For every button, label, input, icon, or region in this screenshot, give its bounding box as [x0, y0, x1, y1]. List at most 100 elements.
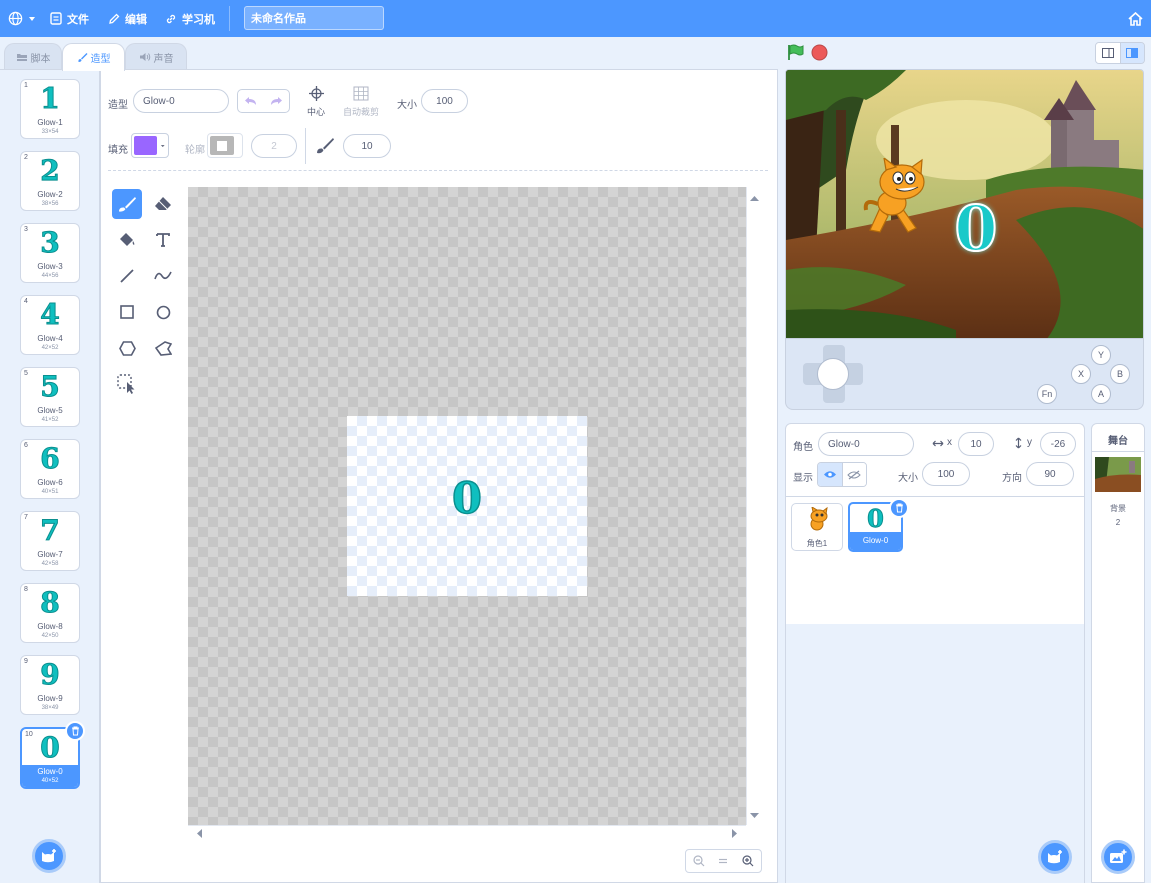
rectangle-tool[interactable]	[112, 297, 142, 327]
joystick-knob[interactable]	[817, 358, 849, 390]
scroll-left-icon[interactable]	[194, 826, 206, 841]
costume-item-9[interactable]: 9 9 Glow-9 38×49	[20, 655, 80, 715]
select-tool[interactable]	[112, 369, 142, 399]
gamepad-x-button[interactable]: X	[1071, 364, 1091, 384]
crosshair-icon	[308, 86, 324, 101]
horizontal-scrollbar[interactable]	[188, 825, 746, 840]
zoom-in-icon[interactable]	[742, 855, 754, 867]
delete-costume-button[interactable]	[65, 721, 85, 741]
learn-menu[interactable]: 学习机	[165, 0, 215, 37]
x-input[interactable]: 10	[958, 432, 994, 456]
costume-item-2[interactable]: 2 2 Glow-2 38×56	[20, 151, 80, 211]
costume-item-5[interactable]: 5 5 Glow-5 41×52	[20, 367, 80, 427]
tab-sounds-label: 声音	[153, 53, 174, 65]
costume-item-7[interactable]: 7 7 Glow-7 42×58	[20, 511, 80, 571]
center-button[interactable]: 中心	[304, 86, 328, 118]
tab-costumes[interactable]: 造型	[62, 43, 125, 71]
costume-size: 38×56	[41, 201, 59, 207]
trash-icon	[71, 726, 79, 736]
backdrop-thumbnail[interactable]	[1095, 457, 1141, 492]
y-input[interactable]: -26	[1040, 432, 1076, 456]
text-tool[interactable]	[148, 225, 178, 255]
brush-size-icon	[317, 138, 334, 154]
gamepad-fn-button[interactable]: Fn	[1037, 384, 1057, 404]
brush-size-input[interactable]: 10	[343, 134, 391, 158]
outline-color-picker[interactable]	[207, 133, 243, 158]
code-blocks-icon	[16, 53, 27, 61]
eraser-tool[interactable]	[148, 189, 178, 219]
undo-redo-group	[237, 89, 290, 113]
costume-item-4[interactable]: 4 4 Glow-4 42×52	[20, 295, 80, 355]
stage-panel-title: 舞台	[1108, 436, 1128, 447]
tab-sounds[interactable]: 声音	[125, 43, 187, 70]
costume-item-6[interactable]: 6 6 Glow-6 40×51	[20, 439, 80, 499]
large-stage-button[interactable]	[1119, 43, 1144, 63]
costume-size: 33×54	[41, 129, 59, 135]
costume-name-label: 造型	[108, 100, 128, 111]
file-menu-label: 文件	[67, 13, 89, 26]
home-button[interactable]	[1128, 0, 1143, 37]
circle-tool[interactable]	[148, 297, 178, 327]
gamepad-y-button[interactable]: Y	[1091, 345, 1111, 365]
costume-item-1[interactable]: 1 1 Glow-1 33×54	[20, 79, 80, 139]
direction-input[interactable]: 90	[1026, 462, 1074, 486]
cat-add-icon	[42, 849, 56, 863]
size-input[interactable]: 100	[421, 89, 468, 113]
sprite-item-label: Glow-0	[850, 532, 901, 550]
costume-thumbnail-glyph: 4	[40, 298, 60, 332]
hide-button[interactable]	[841, 463, 866, 486]
redo-icon[interactable]	[269, 96, 283, 106]
scroll-right-icon[interactable]	[728, 826, 740, 841]
costume-name-input[interactable]: Glow-0	[133, 89, 229, 113]
speaker-icon	[139, 53, 150, 61]
outline-width-input[interactable]: 2	[251, 134, 297, 158]
costume-size: 41×52	[41, 417, 59, 423]
zoom-out-icon[interactable]	[693, 855, 705, 867]
costume-name: Glow-7	[37, 550, 63, 559]
add-sprite-button[interactable]	[1038, 840, 1072, 874]
curve-tool[interactable]	[148, 261, 178, 291]
scroll-down-icon[interactable]	[747, 809, 762, 821]
costume-name: Glow-4	[37, 334, 63, 343]
stage-view[interactable]: 0	[785, 69, 1144, 339]
costume-item-3[interactable]: 3 3 Glow-3 44×56	[20, 223, 80, 283]
fill-tool[interactable]	[112, 225, 142, 255]
delete-sprite-button[interactable]	[889, 498, 909, 518]
polygon-tool[interactable]	[112, 333, 142, 363]
add-costume-button[interactable]	[32, 839, 66, 873]
scroll-up-icon[interactable]	[747, 193, 762, 205]
stop-icon[interactable]	[811, 44, 828, 61]
y-arrows-icon	[1015, 437, 1022, 449]
show-button[interactable]	[818, 463, 842, 486]
sprite-size-input[interactable]: 100	[922, 462, 970, 486]
sprite-name-input[interactable]: Glow-0	[818, 432, 914, 456]
add-backdrop-button[interactable]	[1101, 840, 1135, 874]
freeform-shape-tool[interactable]	[148, 333, 178, 363]
undo-icon[interactable]	[244, 96, 258, 106]
gamepad-a-button[interactable]: A	[1091, 384, 1111, 404]
brush-tool[interactable]	[112, 189, 142, 219]
small-stage-button[interactable]	[1096, 43, 1120, 63]
link-icon	[166, 14, 176, 23]
edit-menu[interactable]: 编辑	[108, 0, 147, 37]
rectangle-icon	[120, 305, 134, 319]
sprite-item-cat[interactable]: 角色1	[791, 503, 843, 551]
language-menu[interactable]	[8, 0, 36, 37]
eye-slash-icon	[847, 470, 861, 479]
zoom-reset-icon[interactable]	[718, 857, 728, 865]
gamepad-b-button[interactable]: B	[1110, 364, 1130, 384]
line-tool[interactable]	[112, 261, 142, 291]
costume-item-8[interactable]: 8 8 Glow-8 42×50	[20, 583, 80, 643]
autocrop-button[interactable]: 自动裁剪	[341, 86, 381, 118]
brush-icon	[77, 53, 87, 62]
direction-label: 方向	[1002, 473, 1022, 484]
fill-color-picker[interactable]	[131, 133, 169, 158]
tab-code[interactable]: 脚本	[4, 43, 62, 70]
costume-name: Glow-1	[37, 118, 63, 127]
vertical-scrollbar[interactable]	[746, 187, 761, 825]
green-flag-icon[interactable]	[787, 44, 805, 61]
file-menu[interactable]: 文件	[50, 0, 89, 37]
costume-thumbnail-glyph: 5	[40, 370, 60, 404]
project-title-input[interactable]: 未命名作品	[244, 6, 384, 30]
autocrop-label: 自动裁剪	[342, 107, 379, 117]
